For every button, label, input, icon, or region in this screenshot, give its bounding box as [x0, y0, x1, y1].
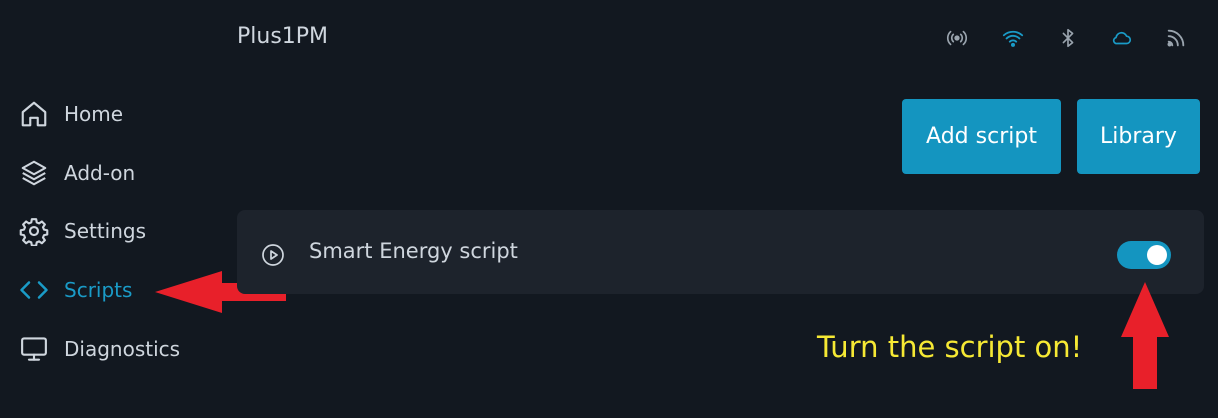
- layers-icon: [18, 157, 50, 189]
- library-button[interactable]: Library: [1077, 99, 1200, 174]
- add-script-button[interactable]: Add script: [902, 99, 1061, 174]
- sidebar-item-scripts[interactable]: Scripts: [18, 272, 132, 308]
- home-icon: [18, 98, 50, 130]
- gear-icon: [18, 215, 50, 247]
- cloud-icon: [1110, 26, 1134, 50]
- wifi-icon: [1001, 26, 1025, 50]
- radio-icon: [945, 26, 969, 50]
- toggle-knob: [1147, 245, 1167, 265]
- script-name: Smart Energy script: [309, 239, 518, 263]
- sidebar-item-label: Settings: [64, 219, 147, 243]
- sidebar-item-add-on[interactable]: Add-on: [18, 155, 135, 191]
- play-circle-icon[interactable]: [261, 243, 285, 267]
- script-row[interactable]: Smart Energy script: [237, 210, 1204, 294]
- sidebar-item-label: Diagnostics: [64, 337, 181, 361]
- code-icon: [18, 274, 50, 306]
- script-enable-toggle[interactable]: [1117, 241, 1171, 269]
- sidebar-item-label: Scripts: [64, 278, 133, 302]
- rss-icon: [1164, 26, 1188, 50]
- device-title: Plus1PM: [237, 24, 329, 49]
- red-arrow-up-icon: [1121, 282, 1169, 389]
- sidebar-item-label: Add-on: [64, 161, 136, 185]
- monitor-icon: [18, 333, 50, 365]
- sidebar-item-settings[interactable]: Settings: [18, 213, 146, 249]
- sidebar-item-home[interactable]: Home: [18, 96, 123, 132]
- sidebar-item-label: Home: [64, 102, 124, 126]
- annotation-text: Turn the script on!: [817, 330, 1083, 364]
- bluetooth-icon: [1056, 26, 1080, 50]
- sidebar-item-diagnostics[interactable]: Diagnostics: [18, 331, 180, 367]
